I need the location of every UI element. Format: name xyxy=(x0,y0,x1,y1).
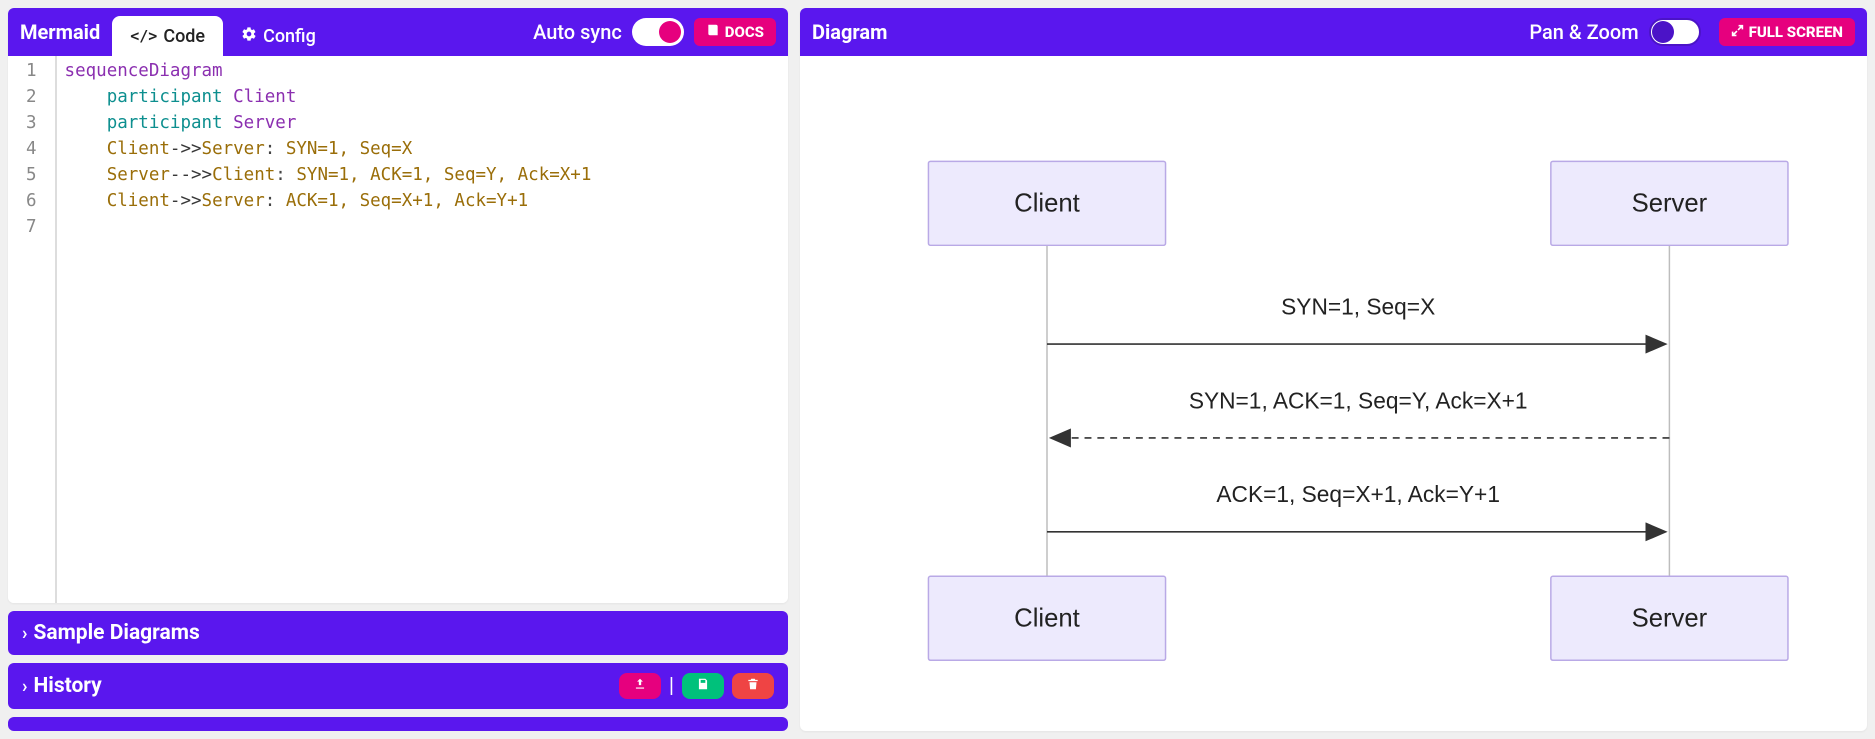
msg-3-label: ACK=1, Seq=X+1, Ack=Y+1 xyxy=(1216,481,1500,507)
code-line[interactable]: Client->>Server: ACK=1, Seq=X+1, Ack=Y+1 xyxy=(65,188,592,214)
msg-2-label: SYN=1, ACK=1, Seq=Y, Ack=X+1 xyxy=(1189,387,1528,413)
actor-server-top-label: Server xyxy=(1632,190,1708,218)
upload-icon xyxy=(633,677,647,695)
trash-icon xyxy=(746,677,760,695)
line-number: 4 xyxy=(26,136,37,162)
code-line[interactable] xyxy=(65,214,592,240)
editor-tabs: </> Code Config xyxy=(112,8,334,56)
actions-accordion-partial[interactable] xyxy=(8,717,788,731)
diagram-panel: Diagram Pan & Zoom FULL SCREEN xyxy=(800,8,1867,731)
autosync-toggle[interactable] xyxy=(632,18,684,46)
app-title: Mermaid xyxy=(20,20,100,44)
history-upload-button[interactable] xyxy=(619,673,661,699)
diagram-title: Diagram xyxy=(812,20,887,44)
save-icon xyxy=(696,677,710,695)
line-number: 3 xyxy=(26,110,37,136)
fullscreen-label: FULL SCREEN xyxy=(1749,23,1843,41)
sample-diagrams-label: Sample Diagrams xyxy=(33,621,199,645)
actor-client-top-label: Client xyxy=(1014,190,1080,218)
editor-panel: Mermaid </> Code Config Auto sync xyxy=(8,8,788,603)
history-label: History xyxy=(33,674,101,698)
diagram-bar: Diagram Pan & Zoom FULL SCREEN xyxy=(800,8,1867,56)
history-actions: | xyxy=(619,673,774,699)
chevron-right-icon: › xyxy=(22,676,27,697)
panzoom-label: Pan & Zoom xyxy=(1529,20,1638,44)
code-line[interactable]: sequenceDiagram xyxy=(65,58,592,84)
code-editor[interactable]: 1234567 sequenceDiagram participant Clie… xyxy=(8,56,788,603)
editor-code[interactable]: sequenceDiagram participant Client parti… xyxy=(55,56,600,603)
sequence-diagram: Client Server SYN=1, Seq=X SYN=1, ACK=1,… xyxy=(800,56,1867,731)
tab-config-label: Config xyxy=(263,26,316,47)
tab-code-label: Code xyxy=(163,26,205,47)
history-accordion[interactable]: › History | xyxy=(8,663,788,709)
fullscreen-button[interactable]: FULL SCREEN xyxy=(1719,18,1855,46)
panzoom-toggle[interactable] xyxy=(1649,18,1701,46)
editor-gutter: 1234567 xyxy=(8,56,55,603)
gear-icon xyxy=(241,26,257,46)
code-line[interactable]: participant Client xyxy=(65,84,592,110)
sample-diagrams-accordion[interactable]: › Sample Diagrams xyxy=(8,611,788,655)
book-icon xyxy=(706,23,720,41)
line-number: 6 xyxy=(26,188,37,214)
msg-1-label: SYN=1, Seq=X xyxy=(1281,293,1435,319)
line-number: 1 xyxy=(26,58,37,84)
code-icon: </> xyxy=(130,27,157,45)
line-number: 2 xyxy=(26,84,37,110)
tab-code[interactable]: </> Code xyxy=(112,16,223,56)
code-line[interactable]: Client->>Server: SYN=1, Seq=X xyxy=(65,136,592,162)
history-delete-button[interactable] xyxy=(732,673,774,699)
actor-server-bottom-label: Server xyxy=(1632,605,1708,633)
code-line[interactable]: participant Server xyxy=(65,110,592,136)
editor-bar: Mermaid </> Code Config Auto sync xyxy=(8,8,788,56)
fullscreen-icon xyxy=(1731,23,1744,41)
actor-client-bottom-label: Client xyxy=(1014,605,1080,633)
line-number: 7 xyxy=(26,214,37,240)
tab-config[interactable]: Config xyxy=(223,16,334,56)
code-line[interactable]: Server-->>Client: SYN=1, ACK=1, Seq=Y, A… xyxy=(65,162,592,188)
line-number: 5 xyxy=(26,162,37,188)
diagram-canvas[interactable]: Client Server SYN=1, Seq=X SYN=1, ACK=1,… xyxy=(800,56,1867,731)
autosync-label: Auto sync xyxy=(533,20,622,44)
docs-label: DOCS xyxy=(725,23,764,41)
history-save-button[interactable] xyxy=(682,673,724,699)
separator: | xyxy=(669,674,674,698)
chevron-right-icon: › xyxy=(22,623,27,644)
docs-button[interactable]: DOCS xyxy=(694,18,776,46)
